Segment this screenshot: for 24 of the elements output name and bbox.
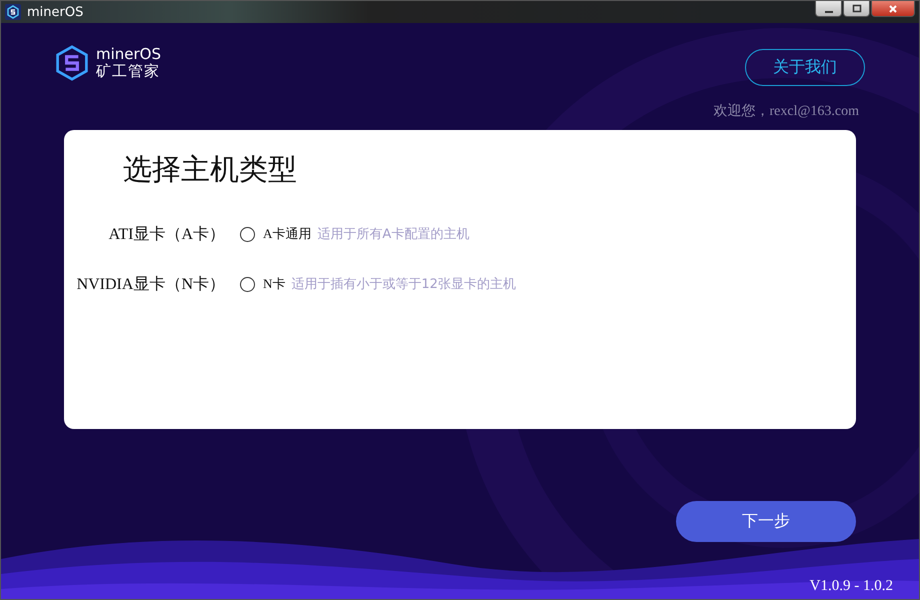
option-description: 适用于插有小于或等于12张显卡的主机 [291, 276, 516, 293]
radio-button[interactable] [240, 226, 255, 242]
app-icon [5, 4, 21, 20]
minimize-icon [824, 10, 832, 12]
maximize-icon [852, 4, 862, 14]
window-title: minerOS [27, 4, 84, 20]
about-button[interactable]: 关于我们 [745, 49, 865, 86]
card-title: 选择主机类型 [123, 153, 298, 188]
option-name: A卡通用 [263, 225, 312, 243]
version-text: V1.0.9 - 1.0.2 [810, 578, 893, 595]
close-icon [888, 4, 898, 14]
maximize-button[interactable] [843, 1, 870, 17]
radio-button[interactable] [240, 276, 255, 292]
option-name: N卡 [263, 275, 286, 293]
option-label: NVIDIA显卡（N卡） [76, 274, 226, 294]
option-description: 适用于所有A卡配置的主机 [317, 226, 470, 243]
option-label: ATI显卡（A卡） [108, 224, 226, 244]
welcome-text: 欢迎您，rexcl@163.com [714, 102, 859, 120]
logo-name: minerOS [96, 46, 162, 63]
next-button[interactable]: 下一步 [676, 501, 856, 542]
logo-subtitle: 矿工管家 [96, 63, 161, 80]
close-button[interactable] [871, 1, 915, 17]
minimize-button[interactable] [815, 1, 842, 17]
logo-icon [54, 43, 90, 83]
